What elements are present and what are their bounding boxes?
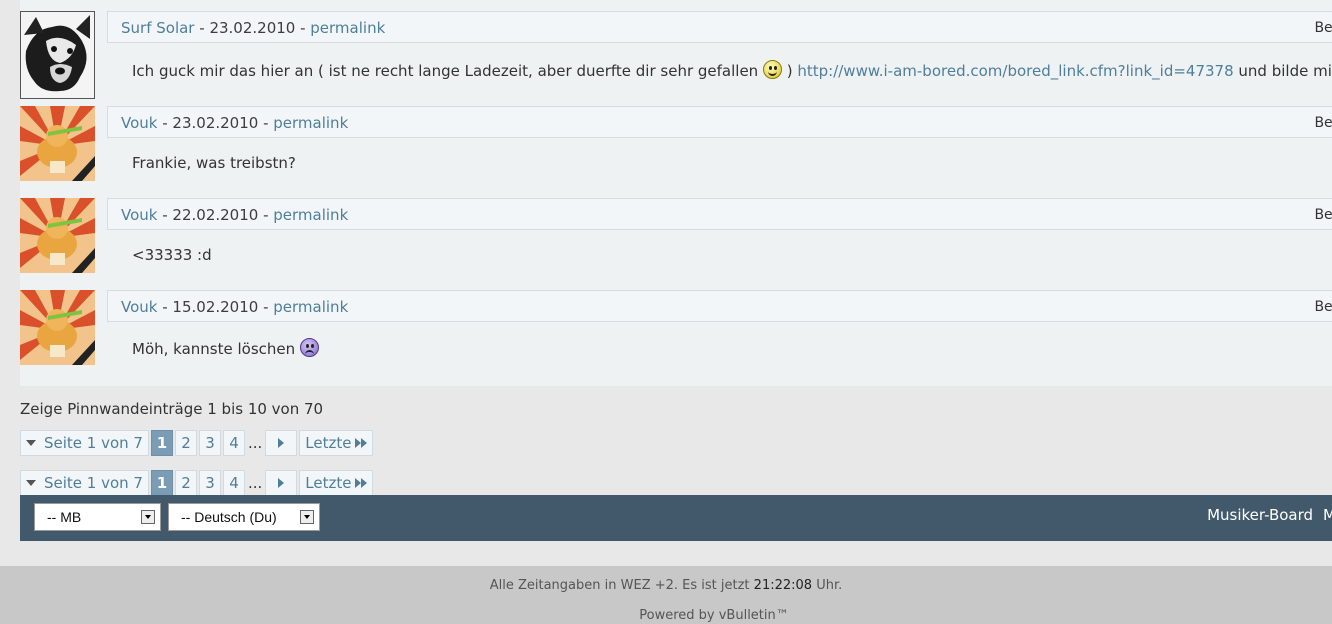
double-arrow-right-icon [355, 431, 368, 455]
arrow-right-icon [278, 438, 285, 448]
time-prefix: Alle Zeitangaben in WEZ +2. Es ist jetzt [489, 578, 750, 593]
post-date: 23.02.2010 [209, 19, 296, 37]
post-message: Möh, kannste löschen [132, 338, 319, 358]
time-suffix: Uhr. [816, 578, 843, 593]
avatar-sunburst[interactable] [20, 290, 95, 365]
page-footer: Alle Zeitangaben in WEZ +2. Es ist jetzt… [0, 566, 1332, 624]
language-select-value: -- Deutsch (Du) [181, 509, 277, 525]
page-jump-menu[interactable]: Seite 1 von 7 [20, 470, 149, 496]
page-3-link[interactable]: 3 [198, 470, 221, 496]
page-numbers: 1 2 3 4 [150, 430, 245, 456]
post-date: 23.02.2010 [172, 114, 259, 132]
page-label: Seite 1 von 7 [44, 474, 143, 492]
caret-down-icon [26, 480, 36, 486]
post-text: ) [781, 62, 798, 80]
separator: - [258, 114, 274, 132]
avatar-sunburst[interactable] [20, 106, 95, 181]
wall-post: Surf Solar - 23.02.2010 - permalink Bear… [20, 11, 1332, 101]
edit-link[interactable]: Bear [1314, 107, 1332, 137]
powered-by: Powered by vBulletin™ [639, 608, 789, 623]
post-date: 15.02.2010 [172, 298, 259, 316]
post-header: Vouk - 23.02.2010 - permalink Bear [107, 106, 1332, 138]
footer-link-more[interactable]: M [1323, 506, 1332, 524]
footer-links: Musiker-Board M [1197, 495, 1332, 541]
smile-icon [762, 60, 782, 79]
post-header: Vouk - 22.02.2010 - permalink Bear [107, 198, 1332, 230]
last-page-button[interactable]: Letzte [299, 430, 374, 456]
permalink[interactable]: permalink [273, 206, 348, 224]
next-page-button[interactable] [265, 430, 298, 456]
post-author-link[interactable]: Vouk [121, 114, 157, 132]
post-text: Frankie, was treibstn? [132, 154, 296, 172]
permalink[interactable]: permalink [273, 298, 348, 316]
post-author-link[interactable]: Vouk [121, 298, 157, 316]
separator: - [258, 206, 274, 224]
current-time: 21:22:08 [753, 578, 813, 593]
page-jump-menu[interactable]: Seite 1 von 7 [20, 430, 149, 456]
post-message: Ich guck mir das hier an ( ist ne recht … [132, 60, 1332, 80]
pagination-top: Seite 1 von 7 1 2 3 4 ... Letzte [20, 430, 374, 456]
dropdown-arrow-icon[interactable] [141, 510, 155, 524]
language-select[interactable]: -- Deutsch (Du) [168, 503, 320, 531]
separator: - [157, 114, 173, 132]
style-select[interactable]: -- MB [34, 503, 161, 531]
edit-link[interactable]: Bear [1314, 291, 1332, 321]
avatar-dog[interactable] [20, 11, 95, 99]
post-header: Vouk - 15.02.2010 - permalink Bear [107, 290, 1332, 322]
edit-link[interactable]: Bear [1314, 199, 1332, 229]
caret-down-icon [26, 440, 36, 446]
last-page-label: Letzte [305, 434, 352, 452]
post-header: Surf Solar - 23.02.2010 - permalink Bear [107, 11, 1332, 43]
permalink[interactable]: permalink [273, 114, 348, 132]
style-select-value: -- MB [47, 509, 82, 525]
post-author-link[interactable]: Vouk [121, 206, 157, 224]
post-text: Ich guck mir das hier an ( ist ne recht … [132, 62, 759, 80]
page-3-link[interactable]: 3 [198, 430, 221, 456]
wall-post: Vouk - 23.02.2010 - permalink Bear Frank… [20, 106, 1332, 186]
last-page-label: Letzte [305, 474, 352, 492]
time-info: Alle Zeitangaben in WEZ +2. Es ist jetzt… [0, 578, 1332, 593]
pagination-bottom: Seite 1 von 7 1 2 3 4 ... Letzte [20, 470, 374, 496]
page-ellipsis: ... [247, 474, 263, 492]
double-arrow-right-icon [355, 471, 368, 495]
page-2-link[interactable]: 2 [174, 430, 197, 456]
page-ellipsis: ... [247, 434, 263, 452]
post-date: 22.02.2010 [172, 206, 259, 224]
page-label: Seite 1 von 7 [44, 434, 143, 452]
edit-link[interactable]: Bear [1314, 12, 1332, 42]
page-numbers: 1 2 3 4 [150, 470, 245, 496]
dropdown-arrow-icon[interactable] [300, 510, 314, 524]
post-text: <33333 :d [132, 246, 212, 264]
wall-post: Vouk - 22.02.2010 - permalink Bear <3333… [20, 198, 1332, 278]
post-text: Möh, kannste löschen [132, 340, 296, 358]
footer-link-home[interactable]: Musiker-Board [1207, 506, 1313, 524]
page-1-current[interactable]: 1 [150, 470, 173, 496]
frown-icon [299, 338, 319, 357]
permalink[interactable]: permalink [310, 19, 385, 37]
footer-bar: -- MB -- Deutsch (Du) Musiker-Board M [20, 495, 1332, 541]
post-author-link[interactable]: Surf Solar [121, 19, 194, 37]
post-message: <33333 :d [132, 246, 212, 264]
separator: - [157, 206, 173, 224]
wall-messages: Surf Solar - 23.02.2010 - permalink Bear… [20, 0, 1332, 386]
wall-post: Vouk - 15.02.2010 - permalink Bear Möh, … [20, 290, 1332, 370]
avatar-sunburst[interactable] [20, 198, 95, 273]
separator: - [157, 298, 173, 316]
last-page-button[interactable]: Letzte [299, 470, 374, 496]
arrow-right-icon [278, 478, 285, 488]
post-link[interactable]: http://www.i-am-bored.com/bored_link.cfm… [797, 62, 1233, 80]
separator: - [258, 298, 274, 316]
post-text: und bilde mich uebe [1238, 62, 1332, 80]
page-4-link[interactable]: 4 [222, 430, 245, 456]
page-4-link[interactable]: 4 [222, 470, 245, 496]
separator: - [295, 19, 311, 37]
page-2-link[interactable]: 2 [174, 470, 197, 496]
next-page-button[interactable] [265, 470, 298, 496]
pagination-summary: Zeige Pinnwandeinträge 1 bis 10 von 70 [20, 400, 324, 418]
post-message: Frankie, was treibstn? [132, 154, 296, 172]
separator: - [194, 19, 210, 37]
page-1-current[interactable]: 1 [150, 430, 173, 456]
